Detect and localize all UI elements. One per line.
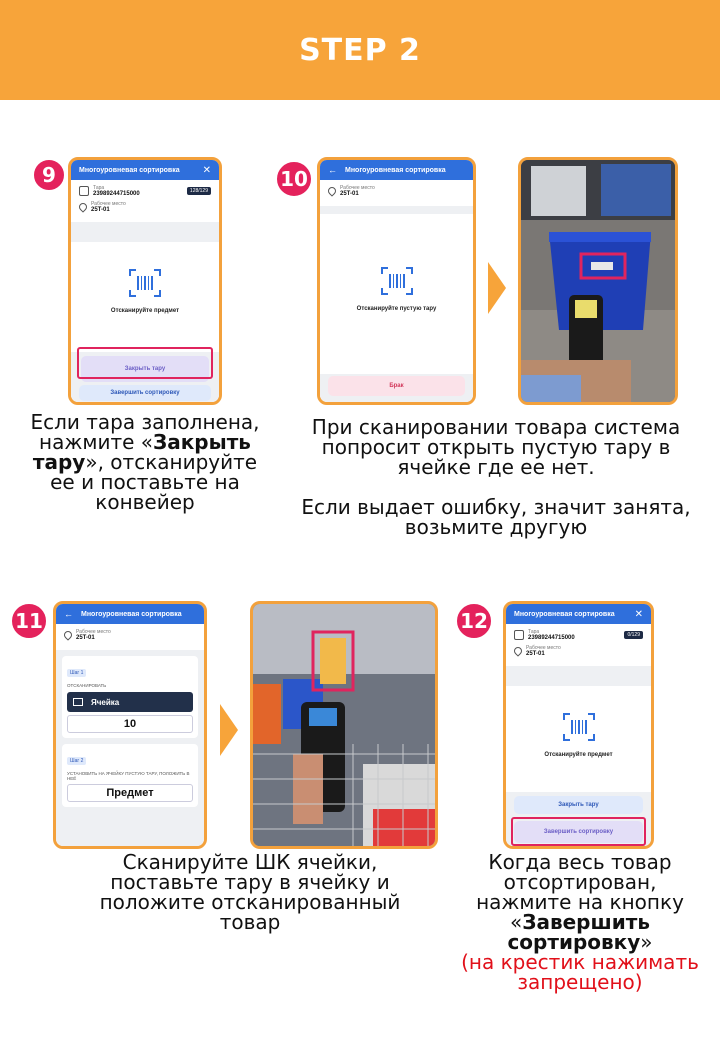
workplace-value: 25T-01 <box>526 651 545 657</box>
step-number-badge: 11 <box>10 602 48 640</box>
phone-screen-step-10: ← Многоуровневая сортировка Рабочее мест… <box>317 157 476 405</box>
scan-area: Отсканируйте предмет <box>506 686 651 792</box>
highlight-frame <box>77 347 213 379</box>
app-header: ← Многоуровневая сортировка <box>56 604 204 624</box>
step-2-instruction: УСТАНОВИТЬ НА ЯЧЕЙКУ ПУСТУЮ ТАРУ, ПОЛОЖИ… <box>67 771 190 781</box>
back-arrow-icon[interactable]: ← <box>328 165 337 175</box>
step-number-badge: 10 <box>275 160 313 198</box>
cell-value: 10 <box>67 715 193 733</box>
highlight-frame <box>511 817 646 846</box>
scan-instruction: Отсканируйте предмет <box>544 752 613 758</box>
header-title: Многоуровневая сортировка <box>79 166 180 174</box>
phone-screen-step-12: Многоуровневая сортировка ✕ Тара 2398924… <box>503 601 654 849</box>
caption-warning: (на крестик нажимать запрещено) <box>461 950 699 994</box>
info-card: Рабочее место 25T-01 <box>56 624 204 650</box>
step-banner: STEP 2 <box>0 0 720 100</box>
info-card: Рабочее место 25T-01 <box>320 180 473 206</box>
next-arrow-icon <box>220 704 238 756</box>
app-header: ← Многоуровневая сортировка <box>320 160 473 180</box>
photo-illustration <box>253 604 435 846</box>
step-1-instruction: ОТСКАНИРОВАТЬ <box>67 683 107 688</box>
info-card: Тара 23989244715000 0/129 Рабочее место … <box>506 624 651 666</box>
info-card: Тара 23989244715000 128/129 Рабочее мест… <box>71 180 219 222</box>
next-arrow-icon <box>488 262 506 314</box>
scan-instruction: Отсканируйте предмет <box>110 308 180 314</box>
close-icon[interactable]: ✕ <box>203 165 211 176</box>
close-tara-button[interactable]: Закрыть тару <box>514 796 643 814</box>
location-pin-icon <box>62 629 74 641</box>
app-header: Многоуровневая сортировка ✕ <box>506 604 651 624</box>
barcode-scan-icon <box>562 712 596 742</box>
caption-text: При сканировании товара система попросит… <box>311 415 681 479</box>
header-title: Многоуровневая сортировка <box>514 610 615 618</box>
header-title: Многоуровневая сортировка <box>345 166 446 174</box>
close-icon[interactable]: ✕ <box>635 609 643 620</box>
barcode-scan-icon <box>380 266 414 296</box>
caption-step-9: Если тара заполнена, нажмите «Закрыть та… <box>20 412 270 512</box>
workplace-value: 25T-01 <box>91 207 110 213</box>
app-header: Многоуровневая сортировка ✕ <box>71 160 219 180</box>
tara-value: 23989244715000 <box>528 635 575 641</box>
phone-screen-step-9: Многоуровневая сортировка ✕ Тара 2398924… <box>68 157 222 405</box>
step-1-tag: Шаг 1 <box>67 669 87 677</box>
scan-area: Отсканируйте пустую тару <box>320 214 473 374</box>
caption-text: Сканируйте ШК ячейки, поставьте тару в я… <box>99 850 401 934</box>
box-icon <box>79 186 89 196</box>
photo-scanner-cell <box>250 601 438 849</box>
caption-text: Если выдает ошибку, значит занята, возьм… <box>301 495 691 539</box>
scan-instruction: Отсканируйте пустую тару <box>356 306 437 312</box>
tara-value: 23989244715000 <box>93 191 140 197</box>
item-value: Предмет <box>67 784 193 802</box>
caption-step-12: Когда весь товар отсортирован, нажмите н… <box>460 852 700 992</box>
step-2-tag: Шаг 2 <box>67 757 87 765</box>
photo-illustration <box>521 160 675 402</box>
caption-step-10: При сканировании товара система попросит… <box>300 417 692 537</box>
finish-sorting-button[interactable]: Завершить сортировку <box>79 385 211 401</box>
barcode-scan-icon <box>128 268 162 298</box>
header-title: Многоуровневая сортировка <box>81 610 182 618</box>
step-2-card: Шаг 2 УСТАНОВИТЬ НА ЯЧЕЙКУ ПУСТУЮ ТАРУ, … <box>62 744 198 807</box>
location-pin-icon <box>512 645 524 657</box>
caption-step-11: Сканируйте ШК ячейки, поставьте тару в я… <box>80 852 420 932</box>
workplace-value: 25T-01 <box>76 635 95 641</box>
step-1-card: Шаг 1 ОТСКАНИРОВАТЬ Ячейка 10 <box>62 656 198 738</box>
banner-title: STEP 2 <box>299 32 421 68</box>
step-number-badge: 12 <box>455 602 493 640</box>
tara-count-badge: 0/129 <box>624 631 643 639</box>
location-pin-icon <box>77 201 89 213</box>
location-pin-icon <box>326 185 338 197</box>
phone-screen-step-11: ← Многоуровневая сортировка Рабочее мест… <box>53 601 207 849</box>
workplace-value: 25T-01 <box>340 191 359 197</box>
cell-label: Ячейка <box>91 697 120 707</box>
defect-button[interactable]: Брак <box>328 376 465 396</box>
step-number-badge: 9 <box>32 158 66 192</box>
cell-field: Ячейка <box>67 692 193 712</box>
back-arrow-icon[interactable]: ← <box>64 609 73 619</box>
box-icon <box>514 630 524 640</box>
scan-area: Отсканируйте предмет <box>71 242 219 352</box>
photo-scanner-blue-tote <box>518 157 678 405</box>
tara-count-badge: 128/129 <box>186 187 211 195</box>
grid-icon <box>73 698 83 706</box>
caption-bold: Завершить сортировку <box>507 910 650 954</box>
